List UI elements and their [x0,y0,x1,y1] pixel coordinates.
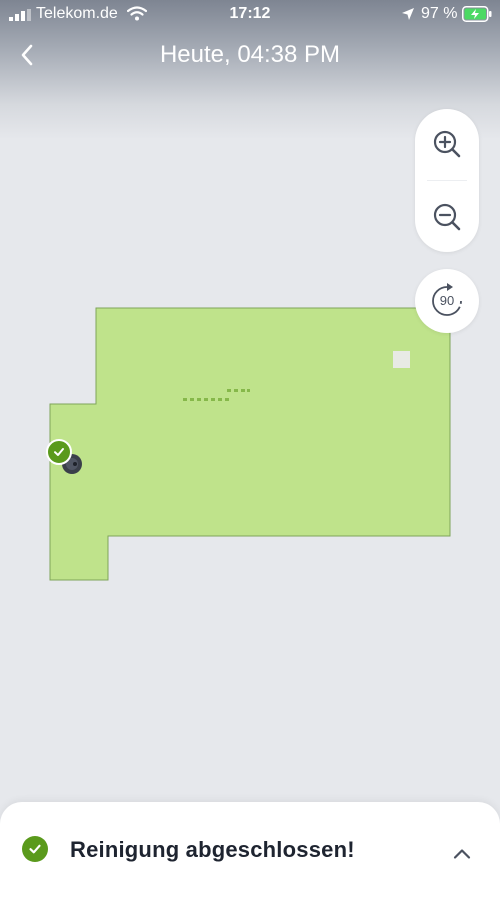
robot-status-check-icon [46,439,72,465]
location-icon [402,8,414,20]
battery-charging-icon [462,6,492,22]
back-button[interactable] [12,40,42,70]
chevron-left-icon [21,44,33,66]
cleaned-area [49,307,451,581]
status-bar: Telekom.de 17:12 97 % [0,0,500,30]
zoom-controls [415,109,479,252]
rotate-degrees-label: 90 [439,293,455,308]
page-title: Heute, 04:38 PM [159,41,341,68]
zoom-in-button[interactable] [415,112,479,176]
dock-marker-icon [393,351,410,368]
zoom-out-icon [433,203,461,231]
chevron-up-icon [453,849,471,859]
check-circle-icon [22,836,48,862]
zoom-divider [427,180,467,181]
cleaning-status-text: Reinigung abgeschlossen! [70,837,355,862]
expand-sheet-button[interactable] [446,838,478,870]
rotate-map-button[interactable]: 90 [415,269,479,333]
zoom-in-icon [433,130,461,158]
battery-percent: 97 % [421,5,458,22]
cleaning-status-sheet[interactable]: Reinigung abgeschlossen! [0,802,500,902]
zoom-out-button[interactable] [415,185,479,249]
